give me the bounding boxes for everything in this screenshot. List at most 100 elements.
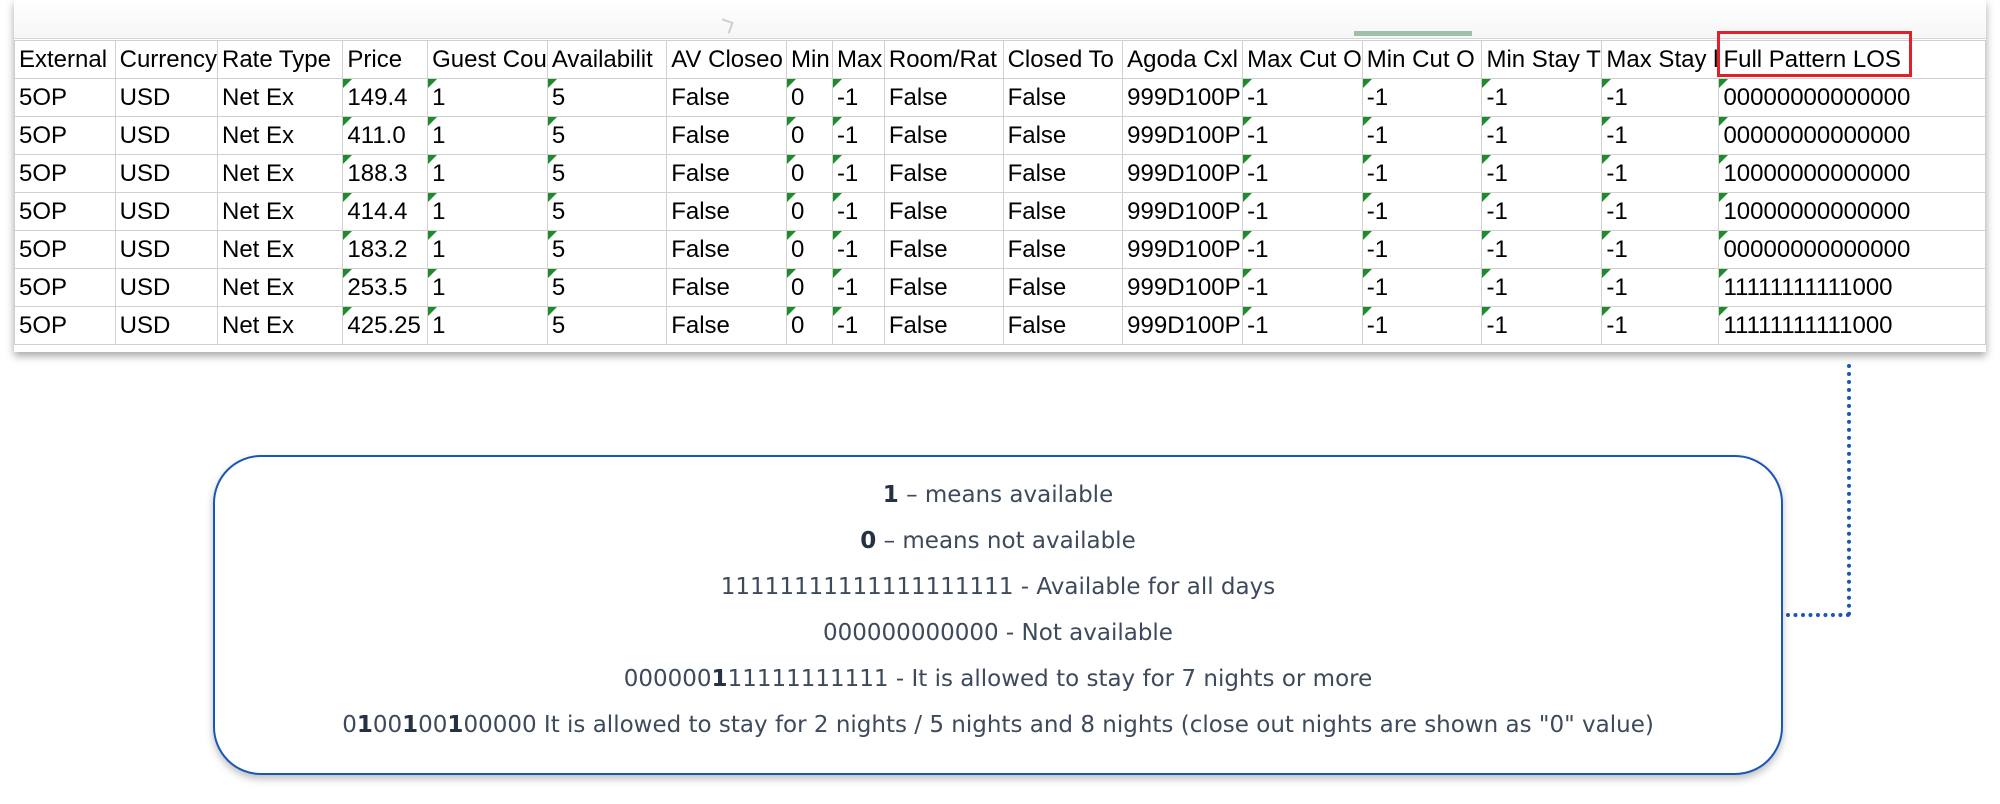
table-cell[interactable]: False [666,230,788,269]
table-cell[interactable]: 0 [786,192,833,231]
table-cell[interactable]: False [883,192,1004,231]
table-cell[interactable]: 5OP [14,116,116,155]
table-cell[interactable]: -1 [1601,230,1720,269]
header-cell[interactable]: Max [831,40,885,79]
table-cell[interactable]: 5OP [14,192,116,231]
header-cell[interactable]: Guest Cou [427,40,548,79]
table-cell[interactable]: False [666,154,788,193]
table-cell[interactable]: -1 [831,78,885,117]
table-cell[interactable]: Net Ex [216,306,344,345]
table-cell[interactable]: 999D100P [1122,268,1244,307]
table-cell[interactable]: 5OP [14,268,116,307]
table-cell[interactable]: 5 [546,230,668,269]
header-cell[interactable]: Min [786,40,833,79]
full-pattern-los-cell[interactable]: 00000000000000 [1718,116,1986,155]
table-cell[interactable]: 999D100P [1122,306,1244,345]
table-cell[interactable]: 1 [427,230,548,269]
table-cell[interactable]: False [1002,230,1124,269]
table-cell[interactable]: -1 [1361,306,1483,345]
table-cell[interactable]: 5 [546,192,668,231]
table-cell[interactable]: -1 [831,154,885,193]
header-cell[interactable]: Max Stay l [1601,40,1720,79]
table-cell[interactable]: 188.3 [342,154,429,193]
table-cell[interactable]: 1 [427,306,548,345]
table-cell[interactable]: -1 [1242,78,1363,117]
table-cell[interactable]: 0 [786,306,833,345]
header-cell[interactable]: Min Stay T [1481,40,1603,79]
table-cell[interactable]: False [1002,268,1124,307]
header-cell[interactable]: Agoda Cxl [1122,40,1244,79]
table-cell[interactable]: -1 [1242,306,1363,345]
table-cell[interactable]: USD [114,192,218,231]
header-cell[interactable]: Price [342,40,429,79]
table-cell[interactable]: 999D100P [1122,116,1244,155]
table-cell[interactable]: 1 [427,78,548,117]
header-cell[interactable]: AV Closeo [666,40,788,79]
table-cell[interactable]: False [1002,192,1124,231]
table-cell[interactable]: -1 [1601,306,1720,345]
table-cell[interactable]: -1 [1361,268,1483,307]
table-cell[interactable]: 149.4 [342,78,429,117]
table-cell[interactable]: 5OP [14,306,116,345]
table-cell[interactable]: -1 [1242,192,1363,231]
full-pattern-los-cell[interactable]: 11111111111000 [1718,268,1986,307]
table-cell[interactable]: 1 [427,154,548,193]
table-cell[interactable]: False [1002,116,1124,155]
table-cell[interactable]: -1 [1242,268,1363,307]
table-cell[interactable]: 411.0 [342,116,429,155]
table-cell[interactable]: USD [114,306,218,345]
table-cell[interactable]: False [666,268,788,307]
table-cell[interactable]: 1 [427,268,548,307]
table-cell[interactable]: USD [114,78,218,117]
table-cell[interactable]: 5OP [14,78,116,117]
table-cell[interactable]: -1 [1601,192,1720,231]
table-cell[interactable]: 0 [786,78,833,117]
table-cell[interactable]: -1 [1481,116,1603,155]
header-cell[interactable]: Room/Rat [883,40,1004,79]
table-cell[interactable]: 414.4 [342,192,429,231]
table-cell[interactable]: -1 [831,268,885,307]
table-cell[interactable]: -1 [1361,78,1483,117]
table-cell[interactable]: 5 [546,306,668,345]
table-cell[interactable]: 5 [546,116,668,155]
table-cell[interactable]: -1 [1361,116,1483,155]
table-cell[interactable]: Net Ex [216,78,344,117]
table-cell[interactable]: -1 [831,116,885,155]
header-cell[interactable]: Currency [114,40,218,79]
table-cell[interactable]: -1 [1242,154,1363,193]
table-cell[interactable]: -1 [1481,78,1603,117]
table-cell[interactable]: USD [114,116,218,155]
table-cell[interactable]: 0 [786,116,833,155]
table-cell[interactable]: -1 [1481,268,1603,307]
table-cell[interactable]: 5OP [14,230,116,269]
table-cell[interactable]: False [883,78,1004,117]
table-cell[interactable]: 999D100P [1122,154,1244,193]
table-cell[interactable]: 5 [546,78,668,117]
table-cell[interactable]: Net Ex [216,230,344,269]
table-cell[interactable]: -1 [1481,192,1603,231]
table-cell[interactable]: USD [114,268,218,307]
full-pattern-los-cell[interactable]: 10000000000000 [1718,154,1986,193]
table-cell[interactable]: 999D100P [1122,230,1244,269]
table-cell[interactable]: False [666,306,788,345]
table-cell[interactable]: -1 [1601,154,1720,193]
table-cell[interactable]: False [666,192,788,231]
table-cell[interactable]: 183.2 [342,230,429,269]
table-cell[interactable]: Net Ex [216,268,344,307]
table-cell[interactable]: -1 [1361,230,1483,269]
table-cell[interactable]: USD [114,154,218,193]
table-cell[interactable]: Net Ex [216,192,344,231]
table-cell[interactable]: 999D100P [1122,192,1244,231]
table-cell[interactable]: -1 [831,306,885,345]
header-cell[interactable]: Max Cut O [1242,40,1363,79]
table-cell[interactable]: False [883,154,1004,193]
table-cell[interactable]: 5 [546,154,668,193]
header-cell[interactable]: Availabilit [546,40,668,79]
table-cell[interactable]: -1 [1481,306,1603,345]
table-cell[interactable]: False [1002,78,1124,117]
header-cell[interactable]: External [14,40,116,79]
table-cell[interactable]: 1 [427,192,548,231]
table-cell[interactable]: False [883,306,1004,345]
table-cell[interactable]: 5OP [14,154,116,193]
table-cell[interactable]: False [883,268,1004,307]
